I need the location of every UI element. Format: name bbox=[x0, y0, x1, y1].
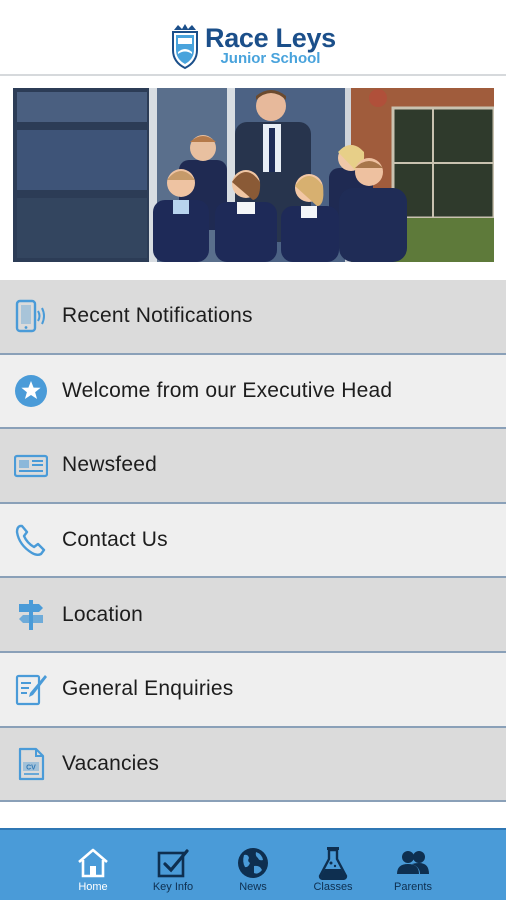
main-menu: Recent Notifications Welcome from our Ex… bbox=[0, 280, 506, 803]
school-logo[interactable]: Race Leys Junior School bbox=[170, 24, 336, 70]
tab-label: Parents bbox=[394, 881, 432, 893]
parents-icon bbox=[396, 846, 430, 880]
newspaper-icon bbox=[14, 448, 48, 482]
tab-label: News bbox=[239, 881, 267, 893]
tab-label: Home bbox=[78, 881, 108, 893]
tab-news[interactable]: News bbox=[213, 830, 293, 900]
menu-item-welcome-executive-head[interactable]: Welcome from our Executive Head bbox=[0, 354, 506, 430]
flask-icon bbox=[316, 846, 350, 880]
phone-vibrate-icon bbox=[14, 299, 48, 333]
menu-item-label: General Enquiries bbox=[62, 677, 234, 701]
menu-item-label: Contact Us bbox=[62, 528, 168, 552]
tab-home[interactable]: Home bbox=[53, 830, 133, 900]
menu-item-location[interactable]: Location bbox=[0, 578, 506, 653]
edit-document-icon bbox=[14, 672, 48, 706]
menu-item-contact-us[interactable]: Contact Us bbox=[0, 503, 506, 579]
tab-classes[interactable]: Classes bbox=[293, 830, 373, 900]
menu-item-label: Recent Notifications bbox=[62, 304, 253, 328]
tab-parents[interactable]: Parents bbox=[373, 830, 453, 900]
signpost-icon bbox=[14, 598, 48, 632]
menu-item-label: Vacancies bbox=[62, 751, 160, 775]
school-name: Race Leys bbox=[205, 23, 336, 53]
menu-item-newsfeed[interactable]: Newsfeed bbox=[0, 429, 506, 504]
home-icon bbox=[76, 846, 110, 880]
menu-item-label: Location bbox=[62, 602, 143, 626]
tab-key-info[interactable]: Key Info bbox=[133, 830, 213, 900]
app-screen: Race Leys Junior School Recent Notificat… bbox=[0, 0, 506, 900]
school-subtitle: Junior School bbox=[220, 50, 321, 67]
menu-item-vacancies[interactable]: CV Vacancies bbox=[0, 727, 506, 803]
header-photo bbox=[13, 88, 494, 262]
telephone-icon bbox=[14, 523, 48, 557]
menu-item-general-enquiries[interactable]: General Enquiries bbox=[0, 652, 506, 728]
tab-label: Key Info bbox=[152, 881, 194, 893]
menu-item-recent-notifications[interactable]: Recent Notifications bbox=[0, 280, 506, 355]
school-crest-icon bbox=[172, 24, 198, 70]
menu-item-label: Newsfeed bbox=[62, 453, 157, 477]
checkbox-icon bbox=[156, 846, 190, 880]
bottom-tab-bar: Home Key Info News Classes Parents bbox=[0, 828, 506, 900]
cv-document-icon: CV bbox=[14, 747, 48, 781]
app-header: Race Leys Junior School bbox=[0, 0, 506, 76]
menu-item-label: Welcome from our Executive Head bbox=[62, 378, 393, 402]
tab-label: Classes bbox=[313, 881, 353, 893]
svg-text:CV: CV bbox=[26, 764, 36, 771]
star-circle-icon bbox=[14, 374, 48, 408]
globe-icon bbox=[236, 846, 270, 880]
